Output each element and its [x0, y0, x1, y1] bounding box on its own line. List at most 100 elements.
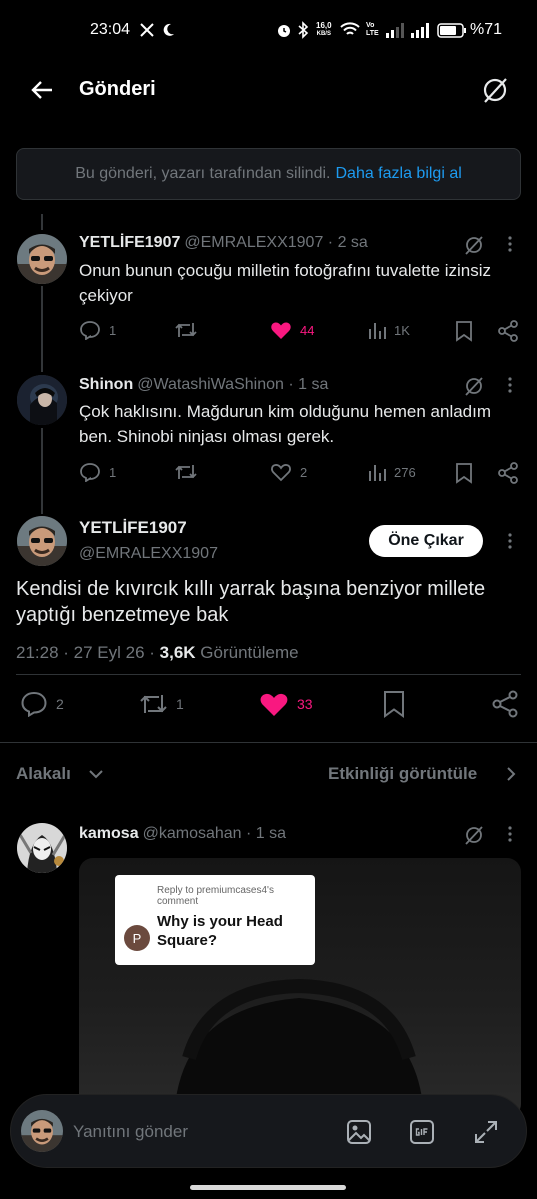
- alarm-icon: [276, 22, 292, 38]
- bookmark-icon[interactable]: [455, 320, 473, 342]
- signal-icon-1: [386, 22, 404, 38]
- share-icon[interactable]: [497, 462, 519, 484]
- author-handle: @kamosahan · 1 sa: [142, 825, 287, 842]
- highlight-button[interactable]: Öne Çıkar: [369, 525, 483, 557]
- main-author-handle: @EMRALEXX1907: [79, 545, 218, 562]
- main-post-text: Kendisi de kıvırcık kıllı yarrak başına …: [16, 578, 486, 626]
- main-post-meta: 21:28 · 27 Eyl 26 · 3,6K Görüntüleme: [16, 643, 299, 663]
- like-button[interactable]: 44: [270, 320, 314, 340]
- reply-to-text: Reply to premiumcases4's comment: [157, 885, 274, 907]
- view-count-value: 3,6K: [159, 643, 196, 662]
- divider: [0, 742, 537, 743]
- expand-icon[interactable]: [473, 1119, 499, 1145]
- like-count: 44: [300, 322, 315, 338]
- page-title: Gönderi: [79, 78, 156, 100]
- author-handle: @WatashiWaShinon · 1 sa: [137, 376, 329, 393]
- views-button[interactable]: 1K: [368, 320, 410, 340]
- moon-icon: [163, 23, 175, 37]
- commenter-avatar: P: [124, 925, 150, 951]
- thread-line: [41, 428, 43, 514]
- related-filter[interactable]: Alakalı: [16, 764, 71, 784]
- author-name[interactable]: kamosa: [79, 825, 139, 842]
- reply-meta: Shinon @WatashiWaShinon · 1 sa: [79, 376, 328, 394]
- notice-text: Bu gönderi, yazarı tarafından silindi.: [75, 165, 331, 182]
- thread-line: [41, 214, 43, 230]
- comment-question: Why is your Head Square?: [157, 913, 283, 949]
- reply-meta: YETLİFE1907 @EMRALEXX1907 · 2 sa: [79, 234, 368, 252]
- chevron-right-icon[interactable]: [506, 767, 516, 781]
- reply-button[interactable]: 1: [79, 320, 116, 340]
- related-meta: kamosa @kamosahan · 1 sa: [79, 825, 286, 843]
- post-datetime: 21:28 · 27 Eyl 26 ·: [16, 643, 160, 662]
- learn-more-link[interactable]: Daha fazla bilgi al: [335, 165, 461, 183]
- gif-icon[interactable]: [409, 1119, 435, 1145]
- avatar[interactable]: [17, 375, 67, 425]
- grok-icon[interactable]: [464, 825, 484, 845]
- more-options-icon[interactable]: [508, 236, 512, 252]
- like-count: 2: [300, 464, 308, 480]
- retweet-button[interactable]: 1: [138, 691, 184, 717]
- post-media-video[interactable]: Reply to premiumcases4's comment P Why i…: [79, 858, 521, 1118]
- avatar[interactable]: [17, 823, 67, 873]
- reply-input[interactable]: Yanıtını gönder: [73, 1122, 188, 1142]
- avatar: [21, 1110, 63, 1152]
- net-speed-value: 16,0: [316, 21, 332, 30]
- more-options-icon[interactable]: [508, 826, 512, 842]
- retweet-button[interactable]: [174, 462, 206, 482]
- image-icon[interactable]: [346, 1119, 372, 1145]
- reply-count: 1: [109, 322, 117, 338]
- reply-comment-bubble: Reply to premiumcases4's comment P Why i…: [115, 875, 315, 965]
- activity-label: Etkinliği görüntüle: [328, 764, 478, 783]
- battery-percent: %71: [470, 21, 503, 38]
- reply-count: 1: [109, 464, 117, 480]
- reply-button[interactable]: 1: [79, 462, 116, 482]
- status-time: 23:04: [90, 21, 131, 38]
- more-options-icon[interactable]: [508, 377, 512, 393]
- bookmark-icon[interactable]: [382, 690, 406, 718]
- view-count-label: Görüntüleme: [195, 643, 299, 662]
- reply-text: Onun bunun çocuğu milletin fotoğrafını t…: [79, 261, 492, 305]
- wifi-icon: [340, 22, 360, 38]
- reply-text: Çok haklısını. Mağdurun kim olduğunu hem…: [79, 402, 492, 446]
- retweet-count: 1: [176, 696, 184, 712]
- back-arrow-icon[interactable]: [30, 78, 54, 102]
- signal-icon-2: [411, 22, 431, 38]
- bluetooth-icon: [297, 21, 309, 39]
- author-name[interactable]: Shinon: [79, 376, 133, 393]
- main-author-name[interactable]: YETLİFE1907: [79, 518, 187, 538]
- avatar[interactable]: [17, 516, 67, 566]
- net-speed: 16,0 KB/S: [316, 21, 332, 39]
- like-button[interactable]: 2: [270, 462, 307, 482]
- view-activity-link[interactable]: Etkinliği görüntüle: [328, 764, 477, 784]
- views-button[interactable]: 276: [368, 462, 416, 482]
- related-label: Alakalı: [16, 764, 71, 783]
- bookmark-icon[interactable]: [455, 462, 473, 484]
- chevron-down-icon[interactable]: [89, 769, 103, 779]
- volte-top: Vo: [366, 22, 375, 29]
- divider: [16, 674, 521, 675]
- grok-icon[interactable]: [481, 76, 509, 104]
- thread-line: [41, 286, 43, 372]
- reply-composer[interactable]: Yanıtını gönder: [10, 1094, 527, 1168]
- reply-button[interactable]: 2: [20, 691, 64, 717]
- more-options-icon[interactable]: [508, 533, 512, 549]
- grok-icon[interactable]: [464, 235, 484, 255]
- like-count: 33: [297, 696, 313, 712]
- author-handle: @EMRALEXX1907 · 2 sa: [184, 234, 368, 251]
- grok-icon[interactable]: [464, 376, 484, 396]
- share-icon[interactable]: [497, 320, 519, 342]
- battery-icon: [437, 23, 467, 38]
- deleted-post-notice: Bu gönderi, yazarı tarafından silindi. D…: [16, 148, 521, 200]
- net-speed-unit: KB/S: [316, 31, 331, 37]
- status-bar: 23:04 16,0 KB/S Vo LTE %71: [0, 0, 537, 60]
- share-icon[interactable]: [491, 690, 519, 718]
- retweet-button[interactable]: [174, 320, 206, 340]
- reply-count: 2: [56, 696, 64, 712]
- view-count: 276: [394, 464, 416, 480]
- view-count: 1K: [394, 322, 410, 338]
- avatar[interactable]: [17, 234, 67, 284]
- like-button[interactable]: 33: [259, 691, 313, 717]
- volte-bottom: LTE: [366, 30, 379, 37]
- home-indicator[interactable]: [190, 1185, 346, 1190]
- author-name[interactable]: YETLİFE1907: [79, 234, 180, 251]
